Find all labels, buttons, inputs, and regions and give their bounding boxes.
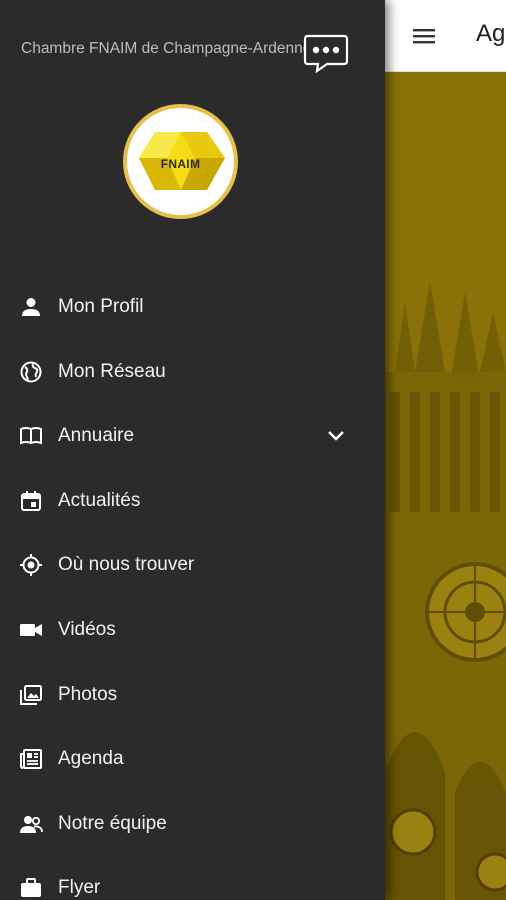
chat-button[interactable]	[303, 33, 349, 74]
hamburger-menu-button[interactable]	[411, 24, 437, 48]
photo-library-icon	[19, 683, 43, 707]
chat-bubble-icon	[303, 34, 349, 74]
menu-item-mon-profil[interactable]: Mon Profil	[0, 275, 385, 340]
briefcase-icon	[19, 876, 43, 900]
videocam-icon	[19, 618, 43, 642]
menu-item-label: Notre équipe	[58, 812, 167, 834]
book-icon	[19, 424, 43, 448]
menu-item-label: Où nous trouver	[58, 554, 195, 576]
menu-item-ou-nous-trouver[interactable]: Où nous trouver	[0, 533, 385, 598]
hamburger-icon	[413, 29, 435, 44]
fnaim-logo: FNAIM	[123, 104, 238, 219]
page-title: Ag	[476, 20, 506, 47]
menu-item-videos[interactable]: Vidéos	[0, 598, 385, 663]
menu-item-label: Actualités	[58, 489, 141, 511]
menu-item-mon-reseau[interactable]: Mon Réseau	[0, 340, 385, 405]
menu-item-label: Flyer	[58, 877, 101, 899]
globe-icon	[19, 360, 43, 384]
person-icon	[19, 295, 43, 319]
menu-item-label: Photos	[58, 683, 118, 705]
menu-item-label: Vidéos	[58, 618, 116, 640]
people-icon	[19, 812, 43, 836]
calendar-icon	[19, 489, 43, 513]
menu-item-label: Annuaire	[58, 425, 135, 447]
menu-item-notre-equipe[interactable]: Notre équipe	[0, 792, 385, 857]
menu-item-actualites[interactable]: Actualités	[0, 469, 385, 534]
location-target-icon	[19, 553, 43, 577]
menu-item-flyer[interactable]: Flyer	[0, 856, 385, 900]
organization-name: Chambre FNAIM de Champagne-Ardenne	[21, 40, 312, 57]
menu-item-label: Agenda	[58, 748, 124, 770]
drawer-menu: Mon Profil Mon Réseau Annuaire Actualité…	[0, 275, 385, 900]
newspaper-icon	[19, 747, 43, 771]
menu-item-agenda[interactable]: Agenda	[0, 727, 385, 792]
logo-text: FNAIM	[160, 157, 201, 171]
cathedral-image	[385, 72, 506, 900]
chevron-down-icon[interactable]	[325, 424, 347, 446]
menu-item-label: Mon Réseau	[58, 360, 166, 382]
menu-item-annuaire[interactable]: Annuaire	[0, 404, 385, 469]
hero-image-cathedral	[385, 72, 506, 900]
menu-item-photos[interactable]: Photos	[0, 663, 385, 728]
app-bar: Ag	[385, 0, 506, 72]
navigation-drawer: Chambre FNAIM de Champagne-Ardenne FNAIM…	[0, 0, 385, 900]
menu-item-label: Mon Profil	[58, 296, 144, 317]
